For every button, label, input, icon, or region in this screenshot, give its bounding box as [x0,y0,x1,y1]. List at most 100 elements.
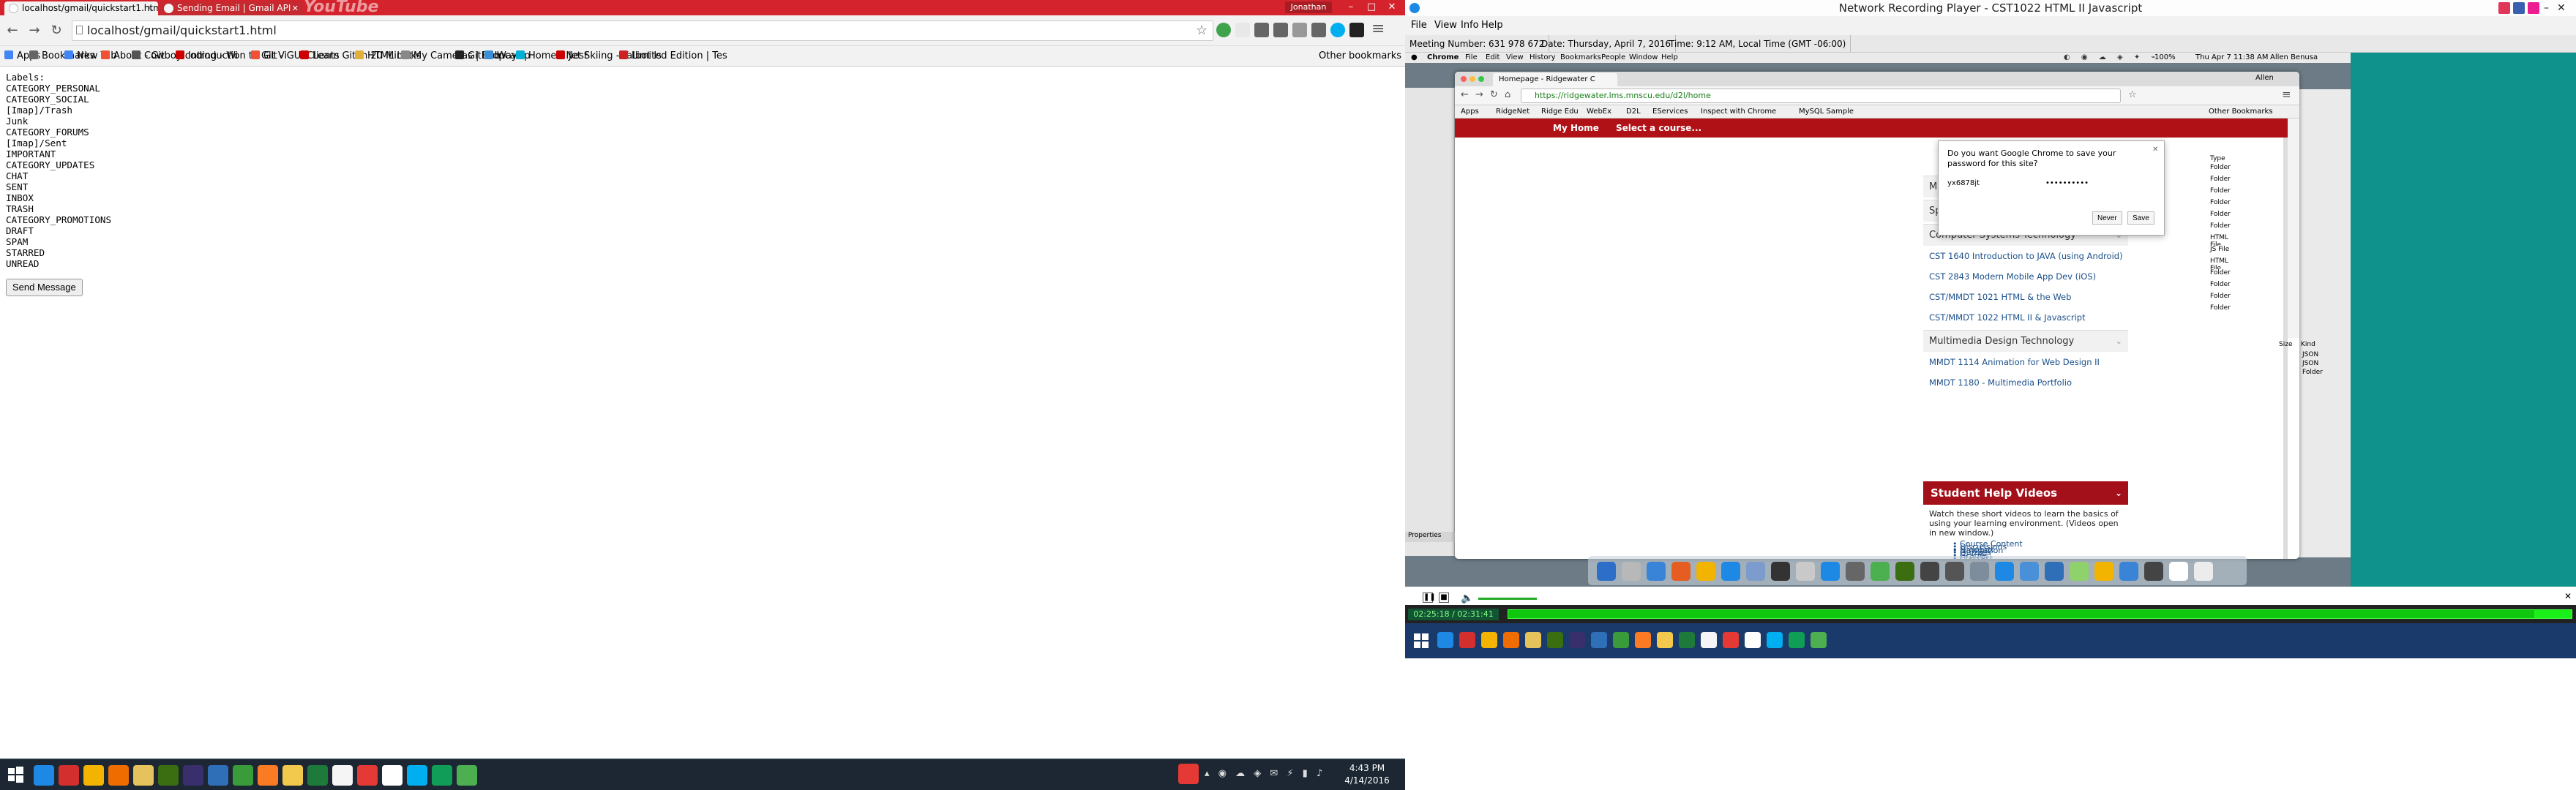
folder-icon[interactable] [282,765,303,786]
taskbar-app-icon[interactable] [1459,632,1475,648]
dock-app-icon[interactable] [1696,562,1715,581]
ie-icon[interactable] [34,765,54,786]
photoshop-icon[interactable] [183,765,203,786]
reload-icon[interactable]: ↻ [1490,89,1498,100]
taskbar-app-icon[interactable] [1437,632,1453,648]
mac-menu-people[interactable]: People [1601,53,1625,63]
select-course-dropdown[interactable]: Select a course... [1616,118,1701,138]
start-button[interactable] [3,762,28,787]
system-tray[interactable]: ▴ ◉ ☁ ◈ ✉ ⚡ ▮ ♪ [1205,768,1329,781]
dock-app-icon[interactable] [1597,562,1616,581]
skype-icon[interactable] [407,765,427,786]
minimize-button[interactable]: – [1341,0,1361,14]
home-icon[interactable]: ⌂ [1505,89,1510,100]
taskbar-app-icon[interactable] [1525,632,1541,648]
dock-app-icon[interactable] [2094,562,2113,581]
dock-app-icon[interactable] [2045,562,2064,581]
mac-menu-edit[interactable]: Edit [1486,53,1499,63]
stop-icon[interactable]: ■ [1439,592,1449,603]
star-icon[interactable]: ☆ [2128,89,2137,100]
firefox-icon[interactable] [108,765,129,786]
taskbar-app-icon[interactable] [1789,632,1805,648]
back-icon[interactable]: ← [1461,89,1469,100]
taskbar-app-icon[interactable] [1503,632,1519,648]
extension-icon[interactable] [1311,23,1326,37]
minimize-dot-icon[interactable] [1469,76,1475,82]
dock-app-icon[interactable] [1871,562,1890,581]
mac-menu-view[interactable]: View [1506,53,1524,63]
excel-icon[interactable] [307,765,328,786]
close-icon[interactable]: ✕ [2152,146,2158,154]
taskbar-app-icon[interactable] [1657,632,1673,648]
menu-file[interactable]: File [1411,16,1427,35]
dock-app-icon[interactable] [1796,562,1815,581]
close-window-button[interactable]: ✕ [2557,0,2566,16]
chrome-icon[interactable] [83,765,104,786]
dock-app-icon[interactable] [1970,562,1989,581]
menu-icon[interactable]: ≡ [1371,20,1385,38]
chevron-down-icon[interactable]: ⌄ [2115,481,2122,505]
send-message-button[interactable]: Send Message [6,279,83,296]
maximize-button[interactable]: □ [1361,0,1382,14]
hangouts-icon[interactable] [432,765,452,786]
course-group-header[interactable]: Multimedia Design Technology⌄ [1923,330,2128,352]
profile-user-button[interactable]: Jonathan [1285,1,1332,13]
mac-menu-bookmarks[interactable]: Bookmarks [1560,53,1601,63]
taskbar-app-icon[interactable] [1723,632,1739,648]
extension-icon[interactable] [1292,23,1307,37]
course-link[interactable]: CST/MMDT 1022 HTML II & Javascript [1929,312,2127,323]
taskbar-app-icon[interactable] [1635,632,1651,648]
close-dot-icon[interactable] [1461,76,1467,82]
close-window-button[interactable]: ✕ [1382,0,1402,14]
opera-icon[interactable] [59,765,79,786]
never-button[interactable]: Never [2092,211,2122,225]
mac-menu-help[interactable]: Help [1661,53,1678,63]
tray-app-icon[interactable] [1178,764,1199,784]
student-help-header[interactable]: Student Help Videos ⌄ [1923,481,2128,505]
xampp-icon[interactable] [258,765,278,786]
dock-app-icon[interactable] [1846,562,1865,581]
menu-icon[interactable]: ≡ [2282,88,2291,101]
mac-menu-file[interactable]: File [1465,53,1478,63]
menu-view[interactable]: View [1434,16,1457,35]
course-link[interactable]: CST 1640 Introduction to JAVA (using And… [1929,251,2127,261]
apple-icon[interactable]: ● [1411,53,1418,63]
tab-quickstart[interactable]: localhost/gmail/quickstart1.html ✕ [4,1,158,15]
dock-app-icon[interactable] [1647,562,1666,581]
forward-icon[interactable]: → [26,23,42,39]
address-bar[interactable]: localhost/gmail/quickstart1.html [72,20,1213,41]
dock-app-icon[interactable] [2194,562,2213,581]
close-icon[interactable]: ✕ [147,1,154,15]
dock-app-icon[interactable] [1895,562,1914,581]
extension-icon[interactable] [1254,23,1269,37]
dock-app-icon[interactable] [1771,562,1790,581]
mac-chrome-user[interactable]: Allen [2255,74,2274,82]
close-icon[interactable]: ✕ [2564,591,2572,601]
star-icon[interactable]: ☆ [1196,23,1208,38]
zoom-dot-icon[interactable] [1478,76,1484,82]
dock-app-icon[interactable] [1821,562,1840,581]
mac-bookmark[interactable]: WebEx [1587,105,1611,118]
tray-icon[interactable] [2498,2,2510,14]
start-button[interactable] [1409,629,1433,652]
evernote-extension-icon[interactable] [1216,23,1231,37]
taskbar-app-icon[interactable] [1767,632,1783,648]
dock-app-icon[interactable] [1920,562,1939,581]
mac-bookmark[interactable]: EServices [1652,105,1688,118]
back-icon[interactable]: ← [4,23,20,39]
mac-address-bar[interactable]: https://ridgewater.lms.mnscu.edu/d2l/hom… [1521,89,2121,103]
dock-app-icon[interactable] [2070,562,2089,581]
taskbar-app-icon[interactable] [1701,632,1717,648]
tray-icon[interactable] [2513,2,2525,14]
close-icon[interactable]: ✕ [292,1,299,15]
other-bookmarks[interactable]: Other bookmarks [1319,46,1401,67]
mac-bookmark[interactable]: Ridge Edu [1541,105,1579,118]
mac-bookmark[interactable]: Other Bookmarks [2209,105,2272,118]
taskbar-app-icon[interactable] [1811,632,1827,648]
cloud-icon[interactable] [357,765,378,786]
mac-bookmark[interactable]: D2L [1626,105,1641,118]
menu-info[interactable]: Info [1461,16,1479,35]
minimize-button[interactable]: – [2544,0,2549,16]
sourcetree-icon[interactable] [208,765,228,786]
mac-bookmark[interactable]: Apps [1461,105,1479,118]
